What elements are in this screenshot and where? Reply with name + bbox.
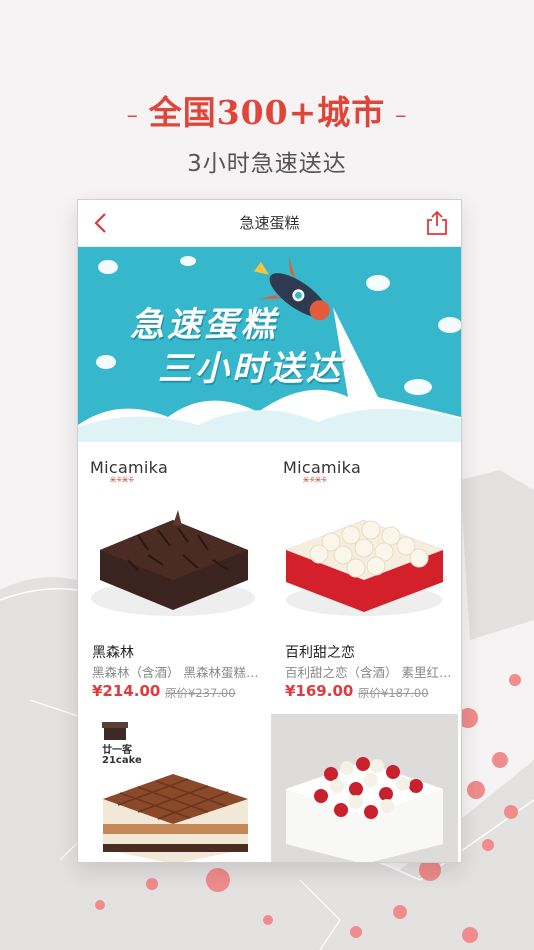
banner-headline: 急速蛋糕 xyxy=(130,305,278,345)
brand-logo-icon xyxy=(102,722,128,740)
product-desc: 百利甜之恋（含酒） 素里红… xyxy=(285,665,451,680)
title-dash-left: – xyxy=(126,102,139,128)
product-price: ¥169.00 xyxy=(285,682,354,700)
phone-screen: 急速蛋糕 急速蛋糕 三小时送达 Micamika 米卡米卡 黑森林 黑森林（含酒… xyxy=(77,199,462,863)
title-dash-right: – xyxy=(395,102,408,128)
promo-subtitle: 3小时急速送达 xyxy=(187,151,347,177)
product-name: 百利甜之恋 xyxy=(285,645,355,661)
original-price: 原价¥237.00 xyxy=(165,686,236,700)
product-image xyxy=(103,774,248,862)
product-card-strawberry[interactable] xyxy=(271,714,458,862)
product-name: 黑森林 xyxy=(92,645,134,661)
product-card-tiramisu[interactable]: 廿一客 21cake xyxy=(78,714,265,862)
promo-title-text: 全国300+城市 xyxy=(148,93,386,132)
banner-subline: 三小时送达 xyxy=(158,349,343,389)
product-price: ¥214.00 xyxy=(92,682,161,700)
share-icon[interactable] xyxy=(425,210,449,236)
product-image xyxy=(286,757,443,862)
product-card-baileys-love[interactable]: Micamika 米卡米卡 百利甜之恋 百利甜之恋（含酒） 素里红… ¥169.… xyxy=(271,442,458,708)
product-card-black-forest[interactable]: Micamika 米卡米卡 黑森林 黑森林（含酒） 黑森林蛋糕… ¥214.00… xyxy=(78,442,265,708)
nav-title: 急速蛋糕 xyxy=(239,214,300,232)
product-desc: 黑森林（含酒） 黑森林蛋糕… xyxy=(92,665,258,680)
product-image xyxy=(91,510,255,616)
promo-title: – 全国300+城市 – xyxy=(0,86,534,134)
promo-banner[interactable]: 急速蛋糕 三小时送达 xyxy=(78,247,461,442)
product-image xyxy=(286,520,443,616)
nav-bar: 急速蛋糕 xyxy=(78,200,461,247)
original-price: 原价¥187.00 xyxy=(358,686,429,700)
